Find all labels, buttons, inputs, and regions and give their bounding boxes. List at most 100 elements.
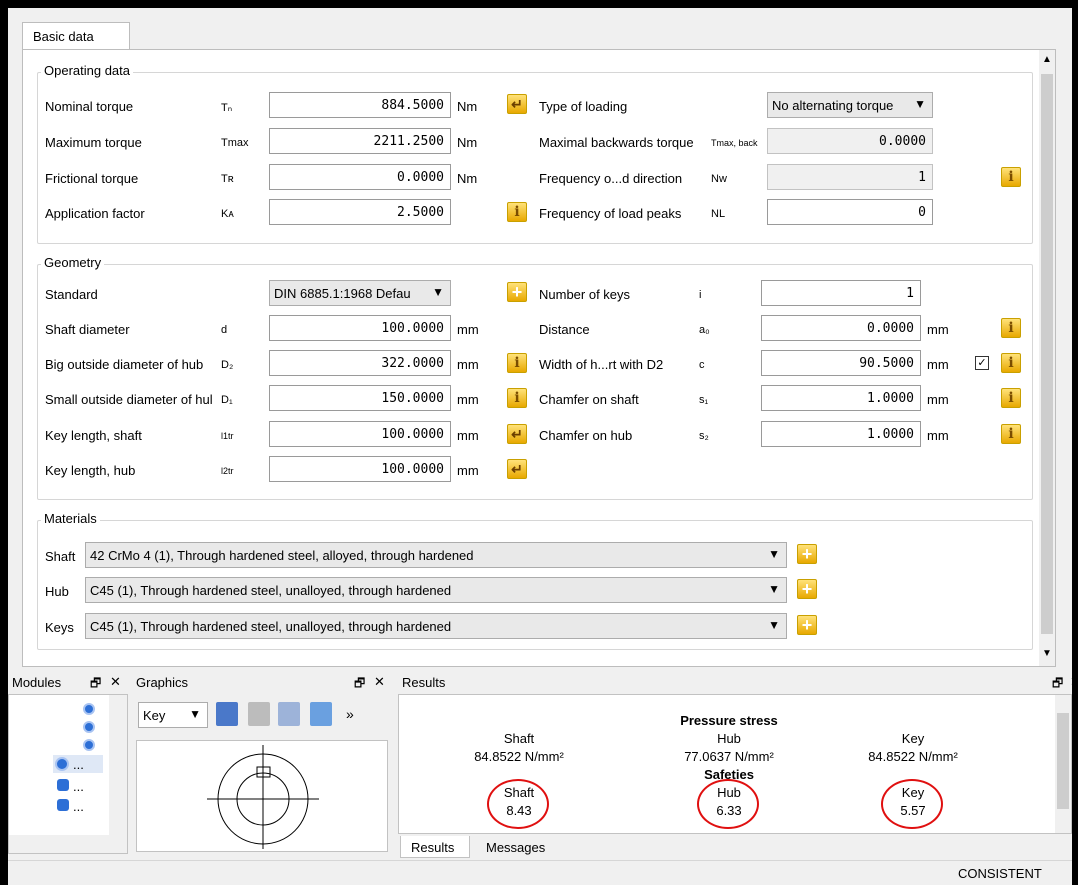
materials-title: Materials bbox=[41, 511, 100, 526]
gear-icon[interactable] bbox=[57, 799, 69, 811]
standard-label: Standard bbox=[45, 287, 98, 302]
key-length-hub-input[interactable]: 100.0000 bbox=[269, 456, 451, 482]
width-of-hub-unit: mm bbox=[927, 357, 949, 372]
shaft-diameter-input[interactable]: 100.0000 bbox=[269, 315, 451, 341]
results-header: Results bbox=[398, 671, 1072, 693]
application-factor-input[interactable]: 2.5000 bbox=[269, 199, 451, 225]
maximal-backwards-label: Maximal backwards torque bbox=[539, 135, 694, 150]
tab-results[interactable]: Results bbox=[400, 836, 470, 858]
dock-icon[interactable]: 🗗 bbox=[1052, 674, 1063, 695]
chamfer-shaft-symbol: s₁ bbox=[699, 394, 709, 406]
chamfer-hub-input[interactable]: 1.0000 bbox=[761, 421, 921, 447]
modules-scrollbar[interactable] bbox=[109, 695, 127, 835]
frictional-torque-unit: Nm bbox=[457, 171, 478, 186]
scroll-up-icon[interactable]: ▲ bbox=[1042, 54, 1052, 65]
distance-info-icon[interactable]: i bbox=[1001, 318, 1021, 338]
chamfer-shaft-info-icon[interactable]: i bbox=[1001, 388, 1021, 408]
close-icon[interactable]: ✕ bbox=[110, 674, 121, 690]
chamfer-hub-info-icon[interactable]: i bbox=[1001, 424, 1021, 444]
small-outside-unit: mm bbox=[457, 392, 479, 407]
material-shaft-select[interactable]: 42 CrMo 4 (1), Through hardened steel, a… bbox=[85, 542, 787, 568]
graphics-type-select[interactable]: Key ▼ bbox=[138, 702, 208, 728]
maximum-torque-label: Maximum torque bbox=[45, 135, 142, 150]
nominal-torque-label: Nominal torque bbox=[45, 99, 134, 114]
big-outside-unit: mm bbox=[457, 357, 479, 372]
module-icon[interactable] bbox=[55, 757, 69, 771]
frictional-torque-input[interactable]: 0.0000 bbox=[269, 164, 451, 190]
dock-icon[interactable]: 🗗 bbox=[90, 674, 101, 695]
status-text: CONSISTENT bbox=[958, 866, 1042, 881]
chamfer-shaft-input[interactable]: 1.0000 bbox=[761, 385, 921, 411]
key-length-shaft-arrow-icon[interactable]: ↵ bbox=[507, 424, 527, 444]
width-of-hub-input[interactable]: 90.5000 bbox=[761, 350, 921, 376]
width-of-hub-info-icon[interactable]: i bbox=[1001, 353, 1021, 373]
save-icon[interactable] bbox=[216, 702, 238, 726]
modules-title: Modules bbox=[12, 675, 62, 690]
big-outside-info-icon[interactable]: i bbox=[507, 353, 527, 373]
nominal-torque-input[interactable]: 884.5000 bbox=[269, 92, 451, 118]
graphics-panel: Key ▼ » bbox=[132, 694, 394, 854]
big-outside-label: Big outside diameter of hub bbox=[45, 357, 204, 372]
frequency-peaks-input[interactable]: 0 bbox=[767, 199, 933, 225]
print-icon[interactable] bbox=[248, 702, 270, 726]
module-icon[interactable] bbox=[83, 739, 95, 751]
graphics-title: Graphics bbox=[136, 675, 189, 690]
module-ellipsis: ... bbox=[73, 757, 84, 772]
module-icon[interactable] bbox=[83, 703, 95, 715]
close-icon[interactable]: ✕ bbox=[1070, 674, 1072, 690]
material-shaft-plus-icon[interactable]: + bbox=[797, 544, 817, 564]
distance-input[interactable]: 0.0000 bbox=[761, 315, 921, 341]
maximal-backwards-input: 0.0000 bbox=[767, 128, 933, 154]
scroll-down-icon[interactable]: ▼ bbox=[1042, 648, 1052, 659]
shaft-diameter-unit: mm bbox=[457, 322, 479, 337]
big-outside-input[interactable]: 322.0000 bbox=[269, 350, 451, 376]
type-of-loading-select[interactable]: No alternating torque ▼ bbox=[767, 92, 933, 118]
maximum-torque-input[interactable]: 2211.2500 bbox=[269, 128, 451, 154]
material-keys-plus-icon[interactable]: + bbox=[797, 615, 817, 635]
key-length-shaft-label: Key length, shaft bbox=[45, 428, 142, 443]
nominal-torque-arrow-icon[interactable]: ↵ bbox=[507, 94, 527, 114]
maximum-torque-symbol: Tmax bbox=[221, 137, 249, 149]
number-of-keys-input[interactable]: 1 bbox=[761, 280, 921, 306]
status-bar: CONSISTENT bbox=[8, 860, 1072, 885]
material-hub-plus-icon[interactable]: + bbox=[797, 579, 817, 599]
big-outside-symbol: D₂ bbox=[221, 359, 234, 371]
frequency-peaks-symbol: NL bbox=[711, 208, 726, 220]
key-header: Key bbox=[901, 731, 925, 746]
standard-select[interactable]: DIN 6885.1:1968 Defau ▼ bbox=[269, 280, 451, 306]
clipboard-icon[interactable] bbox=[278, 702, 300, 726]
scroll-thumb[interactable] bbox=[1057, 713, 1069, 809]
width-of-hub-checkbox[interactable]: ✓ bbox=[975, 356, 989, 370]
dock-icon[interactable]: 🗗 bbox=[354, 674, 365, 695]
material-hub-select[interactable]: C45 (1), Through hardened steel, unalloy… bbox=[85, 577, 787, 603]
chamfer-hub-unit: mm bbox=[927, 428, 949, 443]
frequency-direction-info-icon[interactable]: i bbox=[1001, 167, 1021, 187]
key-length-hub-label: Key length, hub bbox=[45, 463, 136, 478]
distance-unit: mm bbox=[927, 322, 949, 337]
small-outside-info-icon[interactable]: i bbox=[507, 388, 527, 408]
module-ellipsis: ... bbox=[73, 779, 84, 794]
module-icon[interactable] bbox=[83, 721, 95, 733]
material-keys-select[interactable]: C45 (1), Through hardened steel, unalloy… bbox=[85, 613, 787, 639]
tab-basic-data[interactable]: Basic data bbox=[22, 22, 130, 50]
export-icon[interactable] bbox=[310, 702, 332, 726]
chamfer-shaft-unit: mm bbox=[927, 392, 949, 407]
frequency-direction-input: 1 bbox=[767, 164, 933, 190]
operating-data-title: Operating data bbox=[41, 63, 134, 78]
tab-messages[interactable]: Messages bbox=[478, 836, 558, 858]
type-of-loading-label: Type of loading bbox=[539, 99, 628, 114]
close-icon[interactable]: ✕ bbox=[374, 674, 385, 690]
results-scrollbar[interactable] bbox=[1055, 695, 1071, 833]
key-length-shaft-input[interactable]: 100.0000 bbox=[269, 421, 451, 447]
gear-icon[interactable] bbox=[57, 779, 69, 791]
scroll-thumb[interactable] bbox=[1041, 74, 1053, 634]
more-icon[interactable]: » bbox=[346, 706, 354, 722]
type-of-loading-value: No alternating torque bbox=[772, 98, 894, 113]
application-factor-info-icon[interactable]: i bbox=[507, 202, 527, 222]
small-outside-input[interactable]: 150.0000 bbox=[269, 385, 451, 411]
main-scrollbar[interactable]: ▲ ▼ bbox=[1039, 50, 1055, 666]
modules-hscrollbar[interactable] bbox=[9, 835, 127, 853]
standard-plus-icon[interactable]: + bbox=[507, 282, 527, 302]
key-length-hub-arrow-icon[interactable]: ↵ bbox=[507, 459, 527, 479]
results-title: Results bbox=[402, 675, 446, 690]
